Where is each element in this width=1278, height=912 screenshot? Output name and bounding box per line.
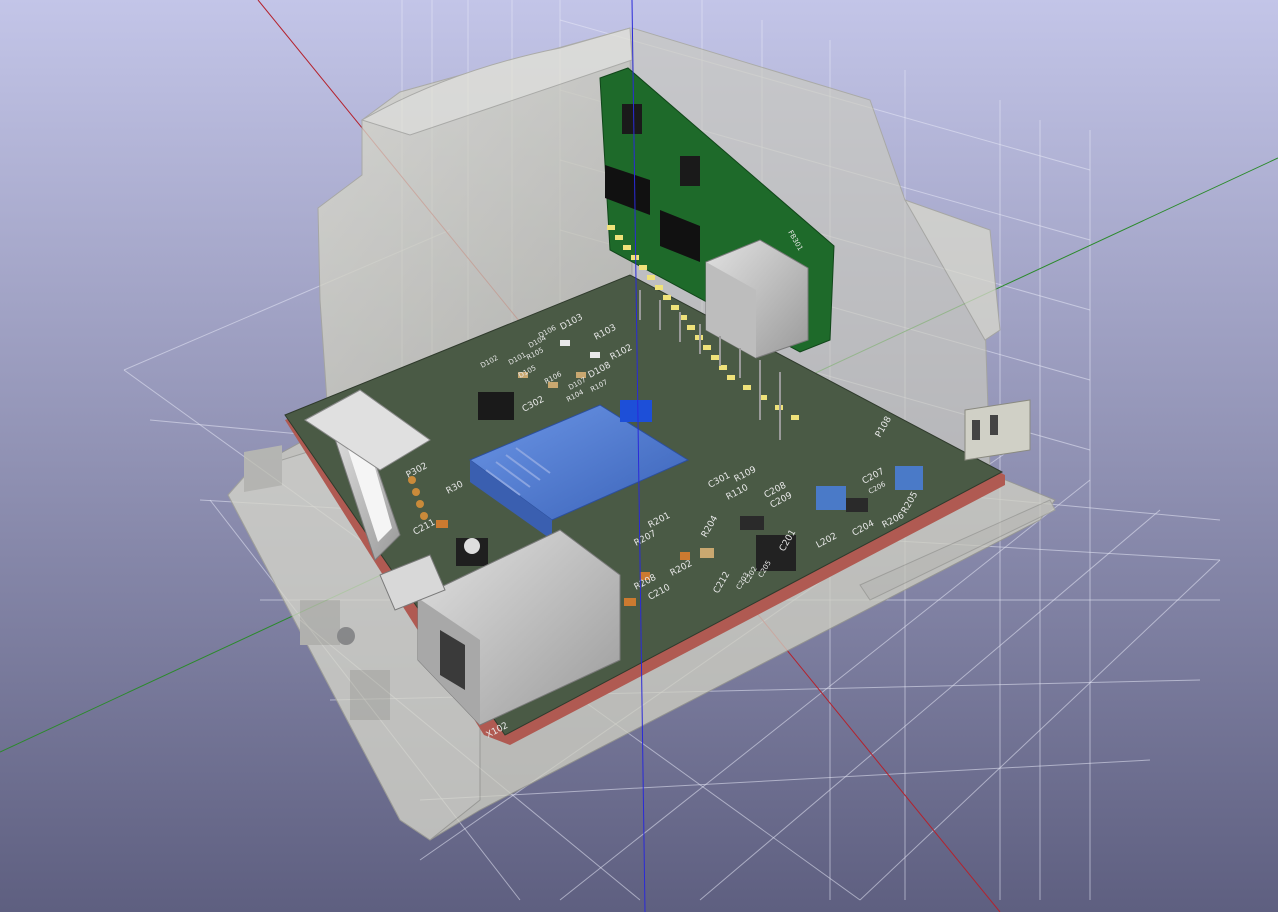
side-connector: [964, 399, 1031, 461]
3d-scene[interactable]: X102 P302 C211 R30 D103 R103 R102 D108 D…: [0, 0, 1278, 912]
mounting-hole: [337, 627, 355, 645]
3d-viewer-canvas[interactable]: X102 P302 C211 R30 D103 R103 R102 D108 D…: [0, 0, 1278, 912]
